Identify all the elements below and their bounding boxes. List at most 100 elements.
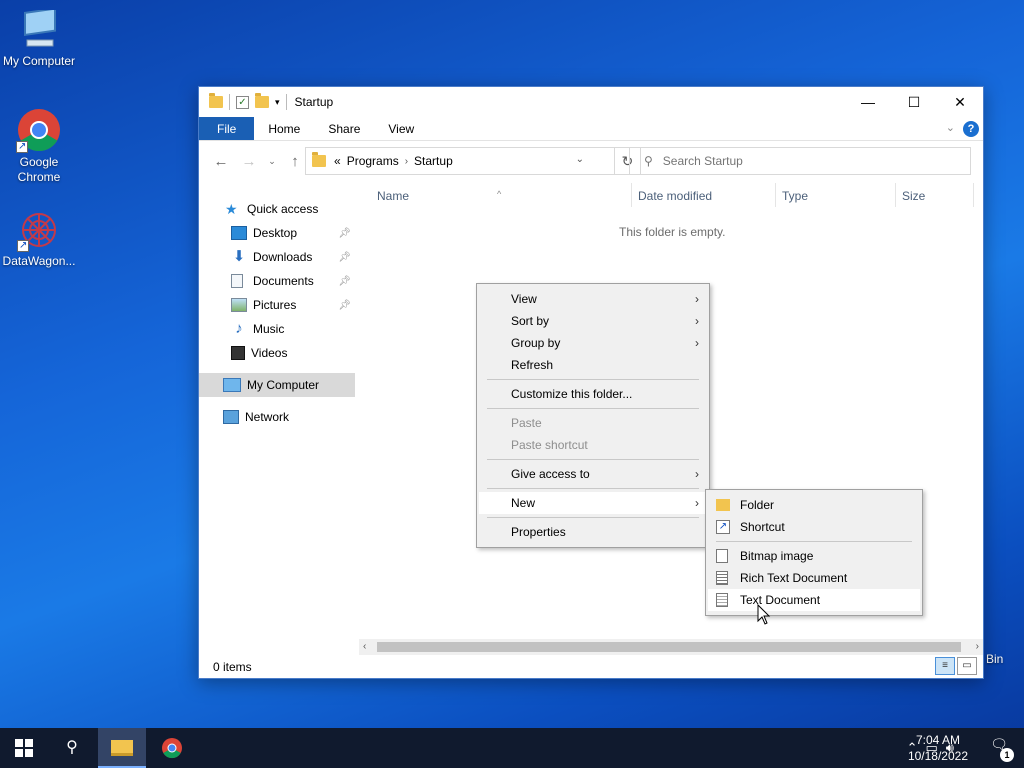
help-icon[interactable]: ? [963,121,979,137]
properties-check-icon[interactable]: ✓ [236,95,249,109]
maximize-button[interactable]: ☐ [891,87,937,117]
windows-logo-icon [15,739,33,757]
status-item-count: 0 items [213,660,252,674]
start-button[interactable] [0,728,48,768]
nav-item-desktop[interactable]: Desktop 📌︎ [199,221,355,245]
tab-share[interactable]: Share [314,117,374,140]
download-icon: ⬇ [232,248,246,265]
computer-icon [17,7,61,52]
minimize-button[interactable]: — [845,87,891,117]
search-input[interactable] [662,154,943,168]
column-type[interactable]: Type [782,189,808,203]
nav-item-downloads[interactable]: ⬇ Downloads 📌︎ [199,245,355,269]
menu-item-customize-folder[interactable]: Customize this folder... [479,383,707,405]
nav-item-videos[interactable]: Videos [199,341,355,365]
pin-icon: 📌︎ [338,299,351,311]
menu-item-refresh[interactable]: Refresh [479,354,707,376]
close-button[interactable]: ✕ [937,87,983,117]
column-name[interactable]: Name [377,189,409,203]
navigation-pane: ★ Quick access Desktop 📌︎ ⬇ Downloads 📌︎… [199,197,355,429]
submenu-item-rich-text-document[interactable]: Rich Text Document [708,567,920,589]
scroll-left-button[interactable]: ‹ [363,639,366,655]
recycle-bin-label[interactable]: Bin [986,652,1003,666]
folder-icon [716,499,730,511]
pin-icon: 📌︎ [338,227,351,239]
rtf-icon [716,571,728,585]
desktop-icon-label: DataWagon... [2,254,76,268]
new-folder-icon[interactable] [255,93,269,108]
documents-icon [231,274,243,288]
submenu-item-shortcut[interactable]: ↗ Shortcut [708,516,920,538]
empty-folder-message: This folder is empty. [619,225,726,239]
column-size[interactable]: Size [902,189,925,203]
nav-item-documents[interactable]: Documents 📌︎ [199,269,355,293]
chevron-right-icon: › [695,467,699,481]
computer-icon [223,378,241,392]
desktop-icon-google-chrome[interactable]: Google Chrome [0,107,78,185]
chevron-right-icon[interactable]: › [405,156,408,167]
tab-home[interactable]: Home [254,117,314,140]
menu-item-give-access-to[interactable]: Give access to › [479,463,707,485]
title-bar[interactable]: ✓ ▾ Startup — ☐ ✕ [199,87,983,117]
shortcut-arrow-icon [17,238,29,253]
menu-item-properties[interactable]: Properties [479,521,707,543]
window-title: Startup [294,95,334,109]
large-icons-view-button[interactable]: ▭ [957,657,977,675]
desktop-icon [231,226,247,240]
scrollbar-thumb[interactable] [377,642,961,652]
notification-center-button[interactable]: 🗨︎ 1 [988,736,1014,762]
details-view-button[interactable]: ≡ [935,657,955,675]
chevron-right-icon: › [695,292,699,306]
notification-badge: 1 [1000,748,1014,762]
new-submenu: Folder ↗ Shortcut Bitmap image Rich Text… [705,489,923,616]
column-headers: ^ Name Date modified Type Size [361,183,981,209]
nav-my-computer[interactable]: My Computer [199,373,355,397]
forward-button[interactable]: → [237,153,261,170]
sort-ascending-icon: ^ [497,189,502,199]
menu-item-new[interactable]: New › [479,492,707,514]
menu-item-paste: Paste [511,416,542,430]
folder-icon [312,152,326,167]
quick-access-toolbar: ✓ ▾ [209,93,287,110]
menu-item-paste-shortcut: Paste shortcut [511,438,588,452]
nav-item-pictures[interactable]: Pictures 📌︎ [199,293,355,317]
folder-icon [209,93,223,108]
tab-file[interactable]: File [199,117,255,140]
menu-item-group-by[interactable]: Group by › [479,332,707,354]
music-icon: ♪ [235,320,243,337]
search-box[interactable]: ⚲ [629,147,971,175]
address-bar[interactable]: « Programs › Startup ⌄ [305,147,615,175]
horizontal-scrollbar[interactable]: ‹ › [359,639,983,655]
submenu-item-folder[interactable]: Folder [708,494,920,516]
column-date-modified[interactable]: Date modified [638,189,712,203]
recent-locations-icon[interactable]: ⌄ [265,156,279,167]
taskbar-file-explorer[interactable] [98,728,146,768]
file-list[interactable]: ^ Name Date modified Type Size This fold… [361,183,981,239]
menu-item-view[interactable]: View › [479,288,707,310]
clock[interactable]: 7:04 AM 10/18/2022 [908,732,968,764]
address-dropdown-icon[interactable]: ⌄ [576,154,584,165]
submenu-item-bitmap-image[interactable]: Bitmap image [708,545,920,567]
search-icon: ⚲ [66,739,78,756]
search-taskbar-button[interactable]: ⚲ [48,728,96,768]
breadcrumb-programs[interactable]: Programs [347,154,399,168]
back-button[interactable]: ← [209,153,233,170]
datawagon-icon [17,208,61,253]
expand-ribbon-icon[interactable]: ⌄ [946,121,955,134]
pin-icon: 📌︎ [338,275,351,287]
nav-quick-access[interactable]: ★ Quick access [199,197,355,221]
tab-view[interactable]: View [374,117,428,140]
submenu-item-text-document[interactable]: Text Document [708,589,920,611]
qat-dropdown-icon[interactable]: ▾ [275,97,280,108]
menu-item-sort-by[interactable]: Sort by › [479,310,707,332]
nav-item-music[interactable]: ♪ Music [199,317,355,341]
scroll-right-button[interactable]: › [976,639,979,655]
desktop-icon-datawagon[interactable]: DataWagon... [0,208,78,269]
up-button[interactable]: ↑ [283,153,307,170]
breadcrumb-overflow[interactable]: « [334,154,341,168]
taskbar-chrome[interactable] [148,728,196,768]
view-toggle: ≡ ▭ [935,657,977,675]
nav-network[interactable]: Network [199,405,355,429]
desktop-icon-my-computer[interactable]: My Computer [0,7,78,69]
breadcrumb-startup[interactable]: Startup [414,154,453,168]
